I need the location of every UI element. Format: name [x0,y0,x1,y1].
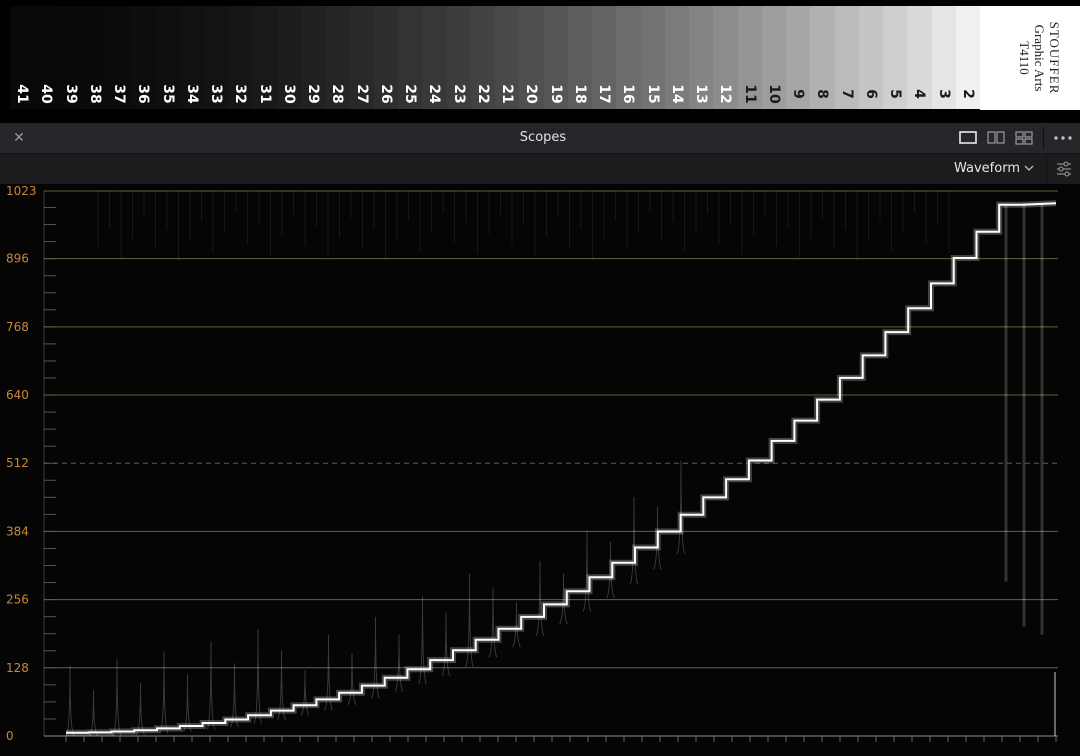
chevron-down-icon [1024,165,1034,171]
wedge-step-label: 28 [329,84,346,104]
wedge-step-label: 6 [862,89,879,99]
header-divider [1043,127,1044,149]
wedge-step-label: 23 [450,84,467,104]
waveform-spike [112,659,122,736]
wedge-step-label: 36 [135,84,152,104]
wedge-step-label: 11 [741,84,758,104]
wedge-step-label: 8 [814,89,831,99]
wedge-step-label: 37 [111,84,128,104]
waveform-spike [488,588,498,658]
more-options-icon[interactable] [1048,123,1078,153]
wedge-step-label: 29 [305,84,322,104]
dual-layout-icon[interactable] [982,123,1010,153]
wedge-step-label: 34 [183,84,200,104]
scopes-toolbar: Waveform [0,154,1080,184]
wedge-step-label: 17 [596,84,613,104]
y-axis-label: 256 [6,593,29,607]
wedge-step-label: 40 [38,84,55,104]
wedge-step-label: 18 [571,84,588,104]
wedge-step-label: 9 [790,89,807,99]
waveform-spike [159,651,169,734]
wedge-step-label: 30 [280,84,297,104]
wedge-step-label: 26 [377,84,394,104]
wedge-step-label: 2 [959,89,976,99]
settings-sliders-icon[interactable] [1046,154,1080,184]
waveform-spike [535,560,545,637]
y-axis-label: 384 [6,524,29,538]
y-axis-label: 768 [6,320,29,334]
wedge-step-label: 41 [14,84,31,104]
wedge-step-label: 19 [547,84,564,104]
waveform-spike [253,629,263,724]
waveform-trace [66,202,1057,734]
wedge-step-label: 20 [523,84,540,104]
panel-title: Scopes [519,130,567,145]
y-axis-label: 512 [6,456,29,470]
single-layout-icon[interactable] [954,123,982,153]
wedge-step-label: 22 [474,84,491,104]
y-axis-label: 1023 [6,184,37,198]
waveform-graph: 1023 896 768 640 512 384 256 128 0 [6,184,1058,743]
wedge-step-label: 31 [256,84,273,104]
wedge-step-label: 32 [232,84,249,104]
wedge-step-label: 4 [911,89,928,99]
step-wedge-image: 41 40 39 38 37 36 35 34 33 32 31 30 29 28 27 26 25 24 23 22… [0,0,1080,114]
wedge-brand-line: Graphic Arts [1032,24,1047,92]
wedge-step-label: 12 [717,84,734,104]
waveform-spike [89,690,98,737]
waveform-spike [394,634,404,692]
wedge-step-label: 39 [62,84,79,104]
waveform-spike [206,641,216,730]
wedge-brand-line: T4110 [1017,41,1032,75]
wedge-step-label: 5 [887,89,904,99]
wedge-step-label: 24 [426,84,443,104]
wedge-brand-label: STOUFFER Graphic Arts T4110 [980,6,1080,110]
wedge-brand-line: STOUFFER [1047,21,1062,95]
y-axis-label: 0 [6,729,14,743]
quad-layout-icon[interactable] [1010,123,1038,153]
wedge-step-label: 25 [402,84,419,104]
waveform-spike [347,653,357,706]
waveform-spike [136,683,145,735]
wedge-step-label: 3 [935,89,952,99]
y-axis-label: 640 [6,388,29,402]
waveform-spike [676,460,686,555]
y-axis-label: 896 [6,252,29,266]
scope-type-dropdown[interactable]: Waveform [944,158,1040,180]
scope-type-label: Waveform [954,161,1020,176]
waveform-spike [629,497,639,585]
waveform-spike [441,612,451,677]
wedge-step-label: 16 [620,84,637,104]
wedge-step-label: 14 [668,84,685,104]
wedge-step-label: 21 [499,84,516,104]
scopes-panel-header: ✕ Scopes [0,123,1080,154]
waveform-scope: 1023 896 768 640 512 384 256 128 0 [0,184,1080,756]
waveform-spike [300,670,310,716]
waveform-trace-glow [66,200,1057,736]
wedge-step-label: 13 [693,84,710,104]
wedge-step-label: 10 [765,84,782,104]
wedge-step-label: 27 [353,84,370,104]
y-axis-label: 128 [6,661,29,675]
wedge-step-label: 35 [159,84,176,104]
wedge-step-label: 15 [644,84,661,104]
waveform-spike [65,665,75,737]
wedge-step-label: 33 [208,84,225,104]
wedge-step-label: 7 [838,89,855,99]
wedge-step-label: 38 [86,84,103,104]
